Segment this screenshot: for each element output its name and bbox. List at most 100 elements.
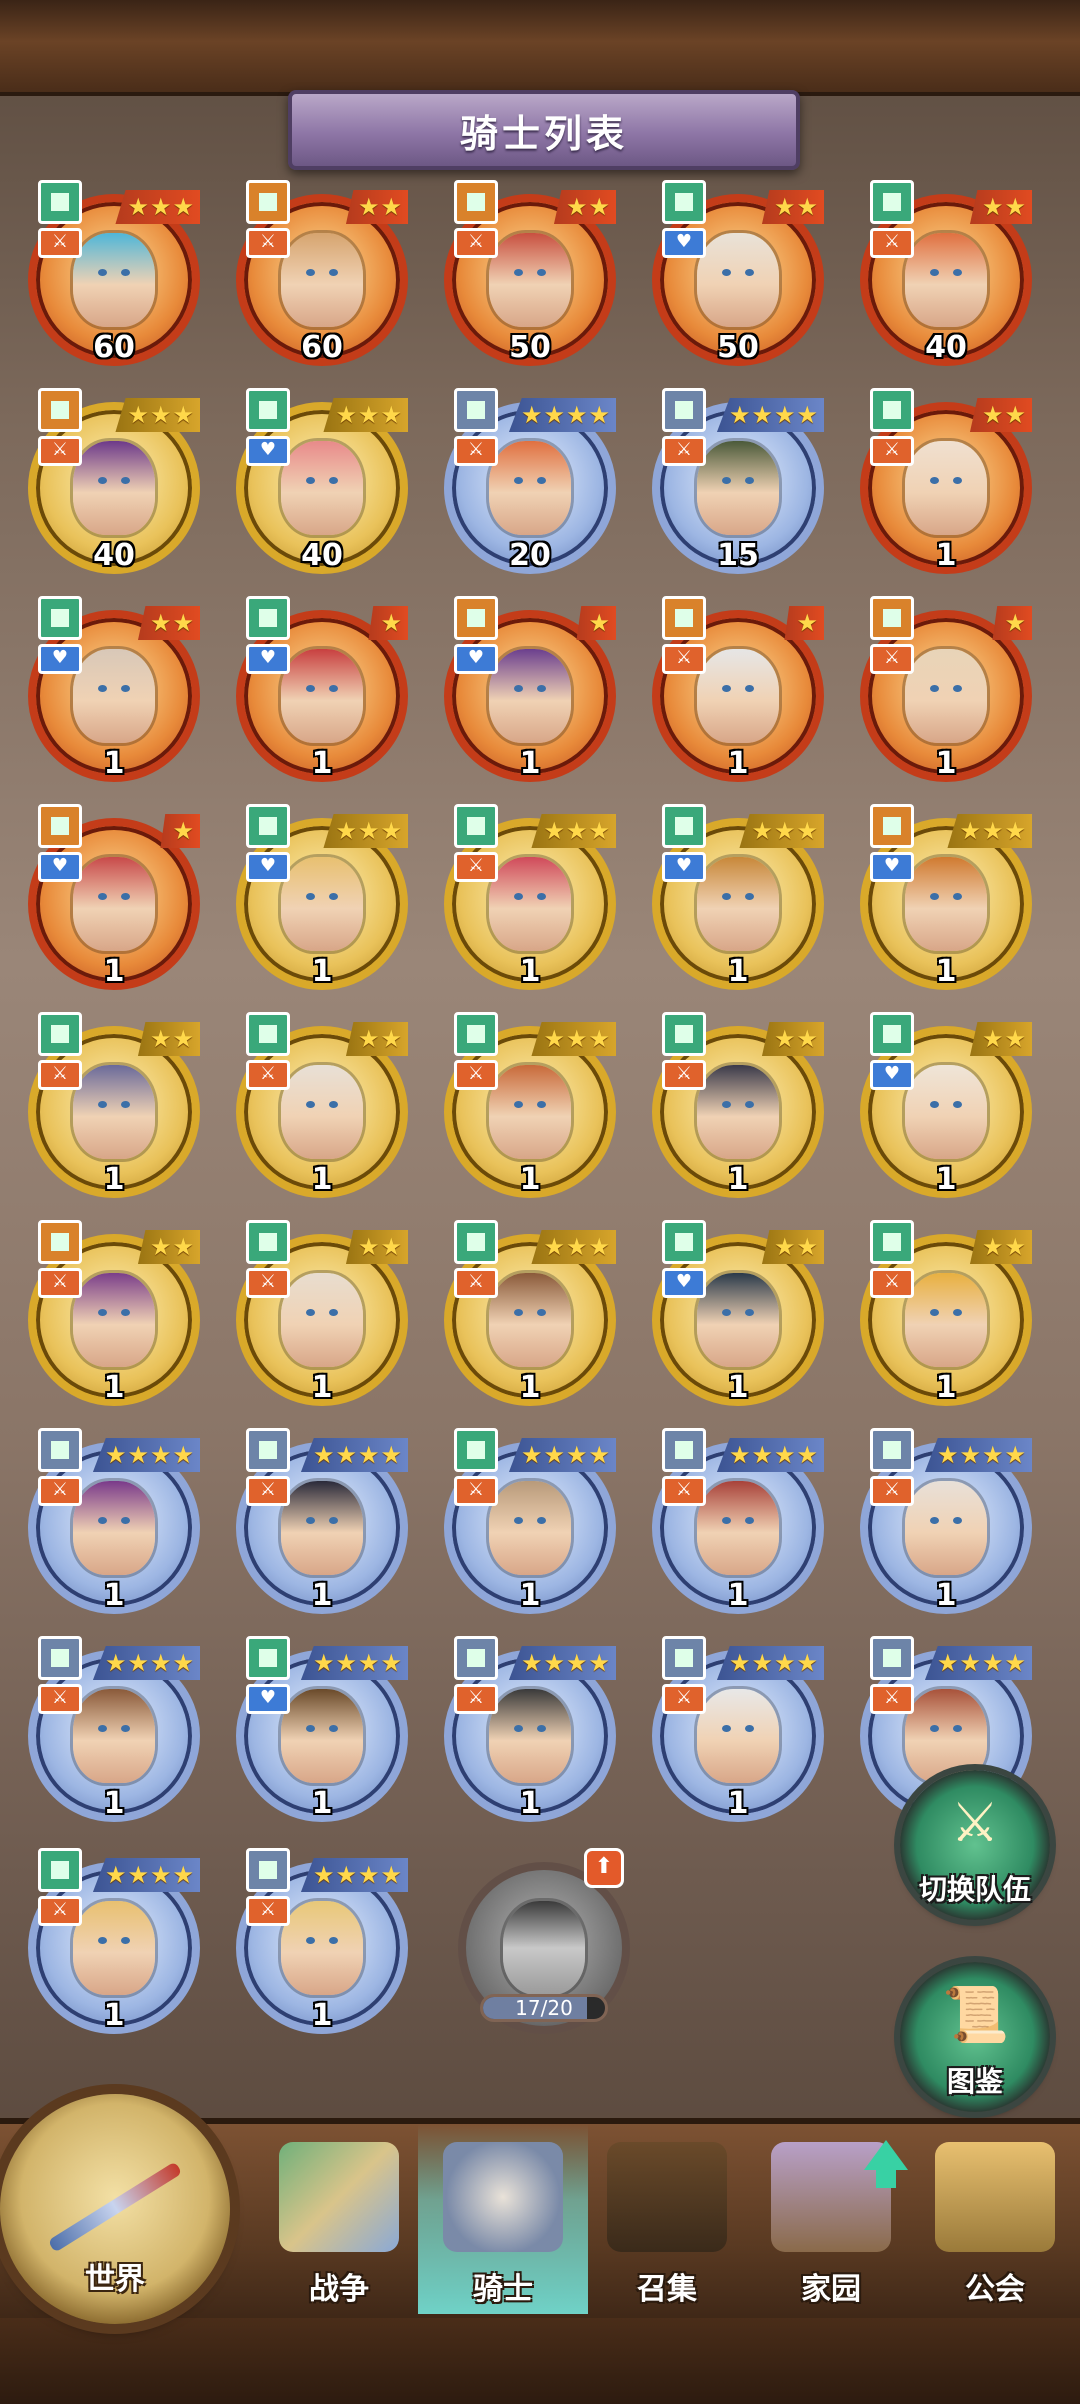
- nav-tab-guild[interactable]: 公会: [910, 2124, 1080, 2314]
- knight-card[interactable]: ⚔ ★ ★ ★ ★ 20: [438, 388, 622, 574]
- knight-level: 1: [519, 954, 541, 989]
- knight-card[interactable]: ⚔ ★ 1: [646, 596, 830, 782]
- class-icon: [38, 1636, 82, 1680]
- sword-role-icon: ⚔: [662, 1684, 706, 1714]
- knight-card[interactable]: ♥ ★ ★ ★ 1: [230, 804, 414, 990]
- eye: [305, 1936, 316, 1945]
- knight-card[interactable]: ♥ ★ ★ 50: [646, 180, 830, 366]
- eye: [536, 684, 547, 693]
- eye: [929, 1516, 940, 1525]
- knight-level: 1: [519, 746, 541, 781]
- title-banner: 骑士列表: [288, 90, 800, 170]
- locked-knight-card[interactable]: ⬆ 17/20: [452, 1848, 636, 2034]
- knight-level: 1: [519, 1162, 541, 1197]
- knight-level: 60: [301, 330, 343, 365]
- star-icon: ★: [773, 401, 796, 429]
- knight-card[interactable]: ⚔ ★ ★ 50: [438, 180, 622, 366]
- class-icon: [870, 596, 914, 640]
- eye: [536, 268, 547, 277]
- knight-level: 1: [519, 1578, 541, 1613]
- star-icon: ★: [981, 1649, 1004, 1677]
- codex-button[interactable]: 📜 图鉴: [900, 1962, 1050, 2112]
- eye: [721, 476, 732, 485]
- sword-role-icon: ⚔: [454, 852, 498, 882]
- knight-card[interactable]: ⚔★★★★1: [22, 1636, 206, 1822]
- knight-card[interactable]: ⚔ ★ ★ ★ 60: [22, 180, 206, 366]
- knight-card[interactable]: ⚔ ★ ★ 60: [230, 180, 414, 366]
- star-rating: ★ ★: [969, 1022, 1032, 1056]
- knight-card[interactable]: ⚔ ★ ★ 1: [22, 1220, 206, 1406]
- knight-card[interactable]: ⚔★★★★1: [22, 1848, 206, 2034]
- world-compass-button[interactable]: 世界: [0, 2094, 230, 2324]
- eye: [744, 476, 755, 485]
- knight-card[interactable]: ⚔ ★ ★ 1: [854, 388, 1038, 574]
- star-icon: ★: [380, 1233, 402, 1261]
- knight-card[interactable]: ♥ ★ 1: [438, 596, 622, 782]
- star-icon: ★: [149, 1233, 172, 1261]
- knight-portrait: [489, 857, 571, 951]
- star-rating: ★ ★ ★: [531, 1022, 616, 1056]
- eye: [929, 476, 940, 485]
- knight-level: 1: [727, 1370, 749, 1405]
- knight-card[interactable]: ⚔ ★ ★ ★ 1: [438, 1220, 622, 1406]
- eye: [97, 892, 108, 901]
- knight-card[interactable]: ⚔★★★★1: [646, 1636, 830, 1822]
- nav-tab-war[interactable]: 战争: [254, 2124, 424, 2314]
- star-rating: ★ ★: [761, 190, 824, 224]
- knight-card[interactable]: ⚔ ★ ★ ★ 1: [438, 1012, 622, 1198]
- knight-card[interactable]: ♥ ★ 1: [22, 804, 206, 990]
- knight-card[interactable]: ⚔★★★★1: [438, 1428, 622, 1614]
- knight-portrait: [905, 1065, 987, 1159]
- knight-card[interactable]: ♥ ★ ★ 1: [854, 1012, 1038, 1198]
- nav-tab-summon[interactable]: 召集: [582, 2124, 752, 2314]
- eye: [952, 1100, 963, 1109]
- knight-card[interactable]: ⚔ ★ ★ ★ ★ 15: [646, 388, 830, 574]
- star-icon: ★: [380, 1025, 402, 1053]
- sword-role-icon: ⚔: [662, 436, 706, 466]
- class-icon: [454, 1012, 498, 1056]
- knight-card[interactable]: ⚔ ★ ★ 1: [854, 1220, 1038, 1406]
- knight-card[interactable]: ⚔★★★★1: [230, 1428, 414, 1614]
- knight-level: 20: [509, 538, 551, 573]
- knight-level: 1: [935, 1162, 957, 1197]
- knight-card[interactable]: ⚔ ★ ★ 1: [646, 1012, 830, 1198]
- knight-portrait: [697, 1689, 779, 1783]
- knight-card[interactable]: ⚔★★★★1: [230, 1848, 414, 2034]
- star-rating: ★ ★ ★ ★: [508, 1438, 616, 1472]
- switch-team-button[interactable]: ⚔ 切换队伍: [900, 1770, 1050, 1920]
- knight-card[interactable]: ♥ ★ ★ 1: [22, 596, 206, 782]
- knight-portrait: [489, 1065, 571, 1159]
- knight-level: 1: [103, 1162, 125, 1197]
- knight-portrait: [489, 233, 571, 327]
- knight-card[interactable]: ⚔ ★ ★ ★ 1: [438, 804, 622, 990]
- knight-card[interactable]: ⚔ ★ ★ 1: [230, 1220, 414, 1406]
- knight-portrait: [73, 1065, 155, 1159]
- knight-card[interactable]: ⚔★★★★1: [22, 1428, 206, 1614]
- star-rating: ★: [576, 606, 616, 640]
- knight-card[interactable]: ⚔ ★ ★ 40: [854, 180, 1038, 366]
- eye: [305, 268, 316, 277]
- page-title: 骑士列表: [459, 111, 628, 156]
- knight-level: 1: [103, 954, 125, 989]
- knight-card[interactable]: ⚔★★★★1: [646, 1428, 830, 1614]
- knight-card[interactable]: ♥ ★ ★ ★ 1: [646, 804, 830, 990]
- knight-card[interactable]: ⚔ ★ ★ 1: [230, 1012, 414, 1198]
- knight-card[interactable]: ♥ ★ ★ ★ ★ 1: [230, 1636, 414, 1822]
- eye: [305, 1100, 316, 1109]
- knight-card[interactable]: ⚔ ★ 1: [854, 596, 1038, 782]
- knight-card[interactable]: ⚔ ★ ★ ★ 40: [22, 388, 206, 574]
- knight-card[interactable]: ♥ ★ ★ ★ 1: [854, 804, 1038, 990]
- class-icon: [38, 388, 82, 432]
- star-rating: ★ ★ ★: [531, 814, 616, 848]
- knight-card[interactable]: ⚔★★★★1: [854, 1428, 1038, 1614]
- star-icon: ★: [796, 817, 818, 845]
- knight-card[interactable]: ⚔★★★★1: [438, 1636, 622, 1822]
- knight-card[interactable]: ♥ ★ ★ 1: [646, 1220, 830, 1406]
- knight-card[interactable]: ♥ ★ 1: [230, 596, 414, 782]
- eye: [97, 1516, 108, 1525]
- knight-card[interactable]: ♥ ★ ★ ★ 40: [230, 388, 414, 574]
- nav-tab-knight[interactable]: 骑士: [418, 2124, 588, 2314]
- knight-portrait: [489, 649, 571, 743]
- knight-card[interactable]: ⚔ ★ ★ 1: [22, 1012, 206, 1198]
- star-icon: ★: [543, 401, 565, 429]
